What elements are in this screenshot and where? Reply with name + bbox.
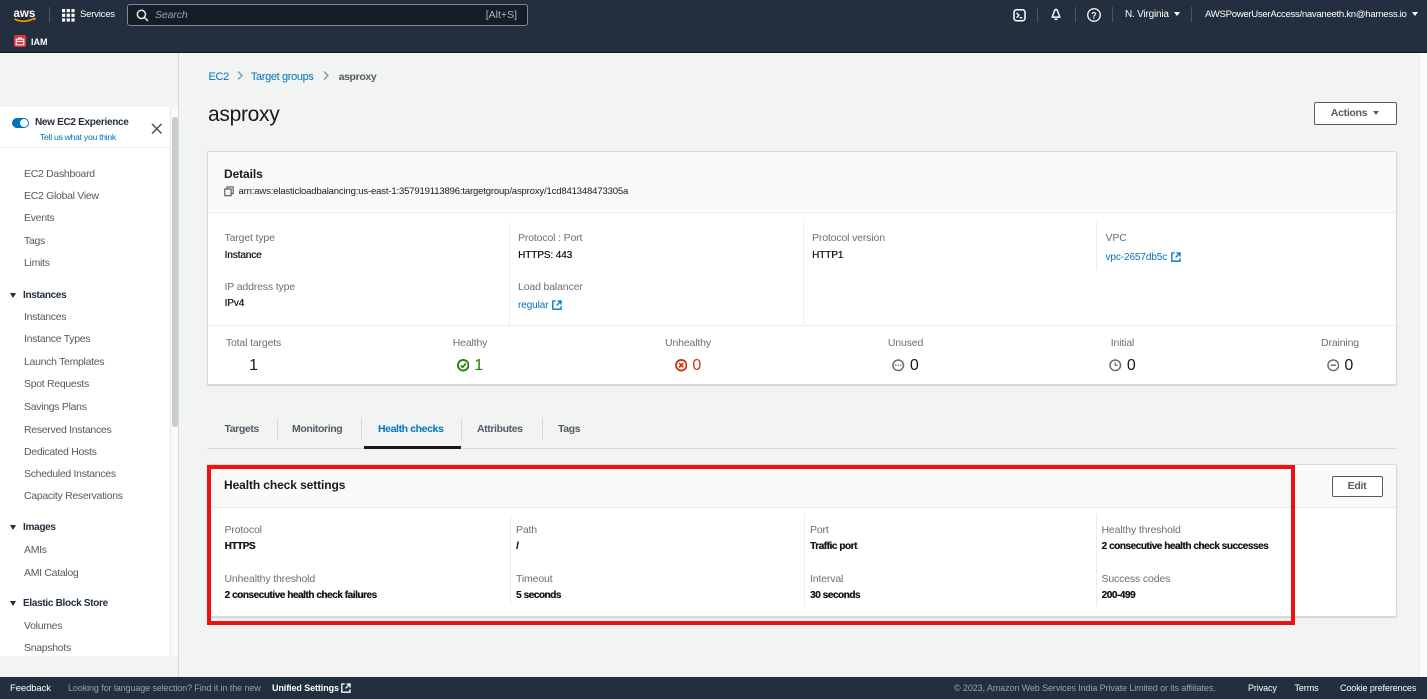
svg-text:aws: aws xyxy=(14,8,36,20)
svg-text:?: ? xyxy=(1091,10,1096,20)
